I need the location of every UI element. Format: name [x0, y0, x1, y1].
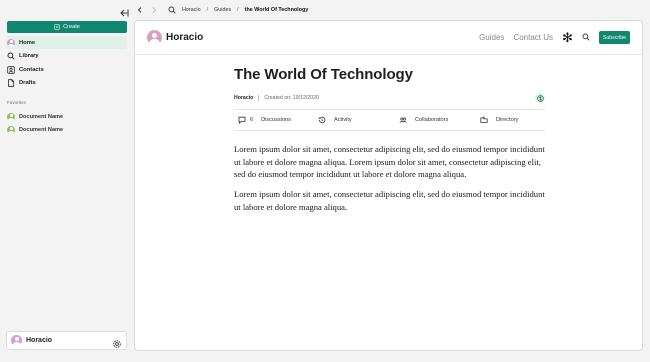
nav-link-guides[interactable]: Guides: [479, 33, 504, 42]
avatar: [7, 112, 15, 121]
paragraph: Lorem ipsum dolor sit amet, consectetur …: [234, 144, 545, 180]
subscribe-button[interactable]: Subscribe: [598, 31, 630, 44]
sidebar-item-label: Home: [19, 39, 36, 46]
history-icon: [318, 116, 326, 124]
brand[interactable]: Horacio: [147, 30, 203, 45]
breadcrumb-separator: /: [237, 7, 239, 13]
tab-label: Directory: [496, 117, 519, 123]
user-card[interactable]: Horacio: [6, 331, 127, 350]
paragraph: Lorem ipsum dolor sit amet, consectetur …: [234, 189, 545, 212]
tab-label: Activity: [334, 117, 352, 123]
user-name: Horacio: [26, 337, 53, 344]
sidebar-item-label: Drafts: [19, 80, 36, 87]
avatar: [7, 38, 15, 47]
search-icon: [7, 52, 15, 60]
favorites-title: Favorites: [7, 100, 26, 105]
folder-icon: [480, 116, 488, 123]
header-nav: Guides Contact Us ✻ Subscribe: [479, 31, 630, 44]
sidebar-nav: Home Library Contacts Drafts: [6, 36, 127, 90]
breadcrumb-item[interactable]: Horacio: [182, 7, 201, 13]
forward-icon[interactable]: [150, 6, 158, 14]
sidebar-item-drafts[interactable]: Drafts: [6, 77, 127, 90]
sidebar-item-label: Contacts: [19, 66, 44, 73]
page-title: The World Of Technology: [234, 66, 413, 83]
back-icon[interactable]: [136, 6, 144, 14]
article: The World Of Technology Horacio Created …: [234, 66, 545, 221]
created-date: Created on: 19/12/2020: [264, 95, 319, 101]
avatar: [11, 335, 22, 346]
gear-icon[interactable]: [112, 336, 122, 348]
tab-directory[interactable]: Directory: [480, 116, 518, 124]
file-icon: [7, 79, 15, 87]
top-bar: Horacio / Guides / the World Of Technolo…: [133, 0, 650, 20]
favorite-label: Document Name: [19, 126, 64, 133]
article-body: Lorem ipsum dolor sit amet, consectetur …: [234, 143, 545, 214]
sidebar-item-home[interactable]: Home: [6, 36, 127, 49]
search-icon[interactable]: [582, 33, 590, 43]
article-meta: Horacio Created on: 19/12/2020: [234, 93, 545, 103]
dollar-icon[interactable]: [535, 93, 545, 103]
avatar: [7, 125, 15, 134]
favorite-item[interactable]: Document Name: [6, 123, 127, 136]
discussions-count: 6: [250, 117, 254, 123]
nav-link-contact-us[interactable]: Contact Us: [513, 33, 553, 42]
create-button[interactable]: Create: [7, 21, 127, 33]
favorites-list: Document Name Document Name: [6, 110, 127, 136]
sidebar-item-contacts[interactable]: Contacts: [6, 63, 127, 76]
breadcrumb-item[interactable]: Guides: [214, 7, 231, 13]
tab-collaborators[interactable]: Collaborators: [399, 116, 448, 124]
sidebar-item-label: Library: [19, 53, 39, 60]
asterisk-icon[interactable]: ✻: [562, 31, 573, 44]
tab-label: Collaborators: [415, 117, 449, 123]
users-icon: [399, 117, 407, 123]
avatar: [147, 30, 162, 45]
brand-name: Horacio: [166, 32, 204, 43]
breadcrumb-separator: /: [206, 7, 209, 13]
breadcrumb-current: the World Of Technology: [244, 7, 309, 13]
plus-file-icon: [54, 24, 60, 30]
page-header: Horacio Guides Contact Us ✻ Subscribe: [135, 21, 642, 55]
meta-divider: [258, 95, 260, 101]
favorite-item[interactable]: Document Name: [6, 110, 127, 123]
article-tabs: 6 Discussions Activity Collaborators Dir…: [234, 109, 545, 131]
favorite-label: Document Name: [19, 113, 64, 120]
sidebar: Create Home Library Contacts Drafts Favo…: [0, 0, 133, 362]
sidebar-item-library[interactable]: Library: [6, 50, 127, 63]
main-panel: Horacio Guides Contact Us ✻ Subscribe Th…: [134, 20, 643, 351]
tab-discussions[interactable]: 6 Discussions: [238, 116, 291, 124]
tab-label: Discussions: [261, 117, 291, 123]
collapse-sidebar-icon[interactable]: [119, 5, 129, 17]
create-label: Create: [63, 24, 80, 30]
tab-activity[interactable]: Activity: [318, 116, 352, 124]
author-name[interactable]: Horacio: [234, 95, 253, 101]
search-icon[interactable]: [168, 6, 176, 14]
comment-icon: [238, 116, 246, 124]
contacts-icon: [7, 65, 15, 74]
